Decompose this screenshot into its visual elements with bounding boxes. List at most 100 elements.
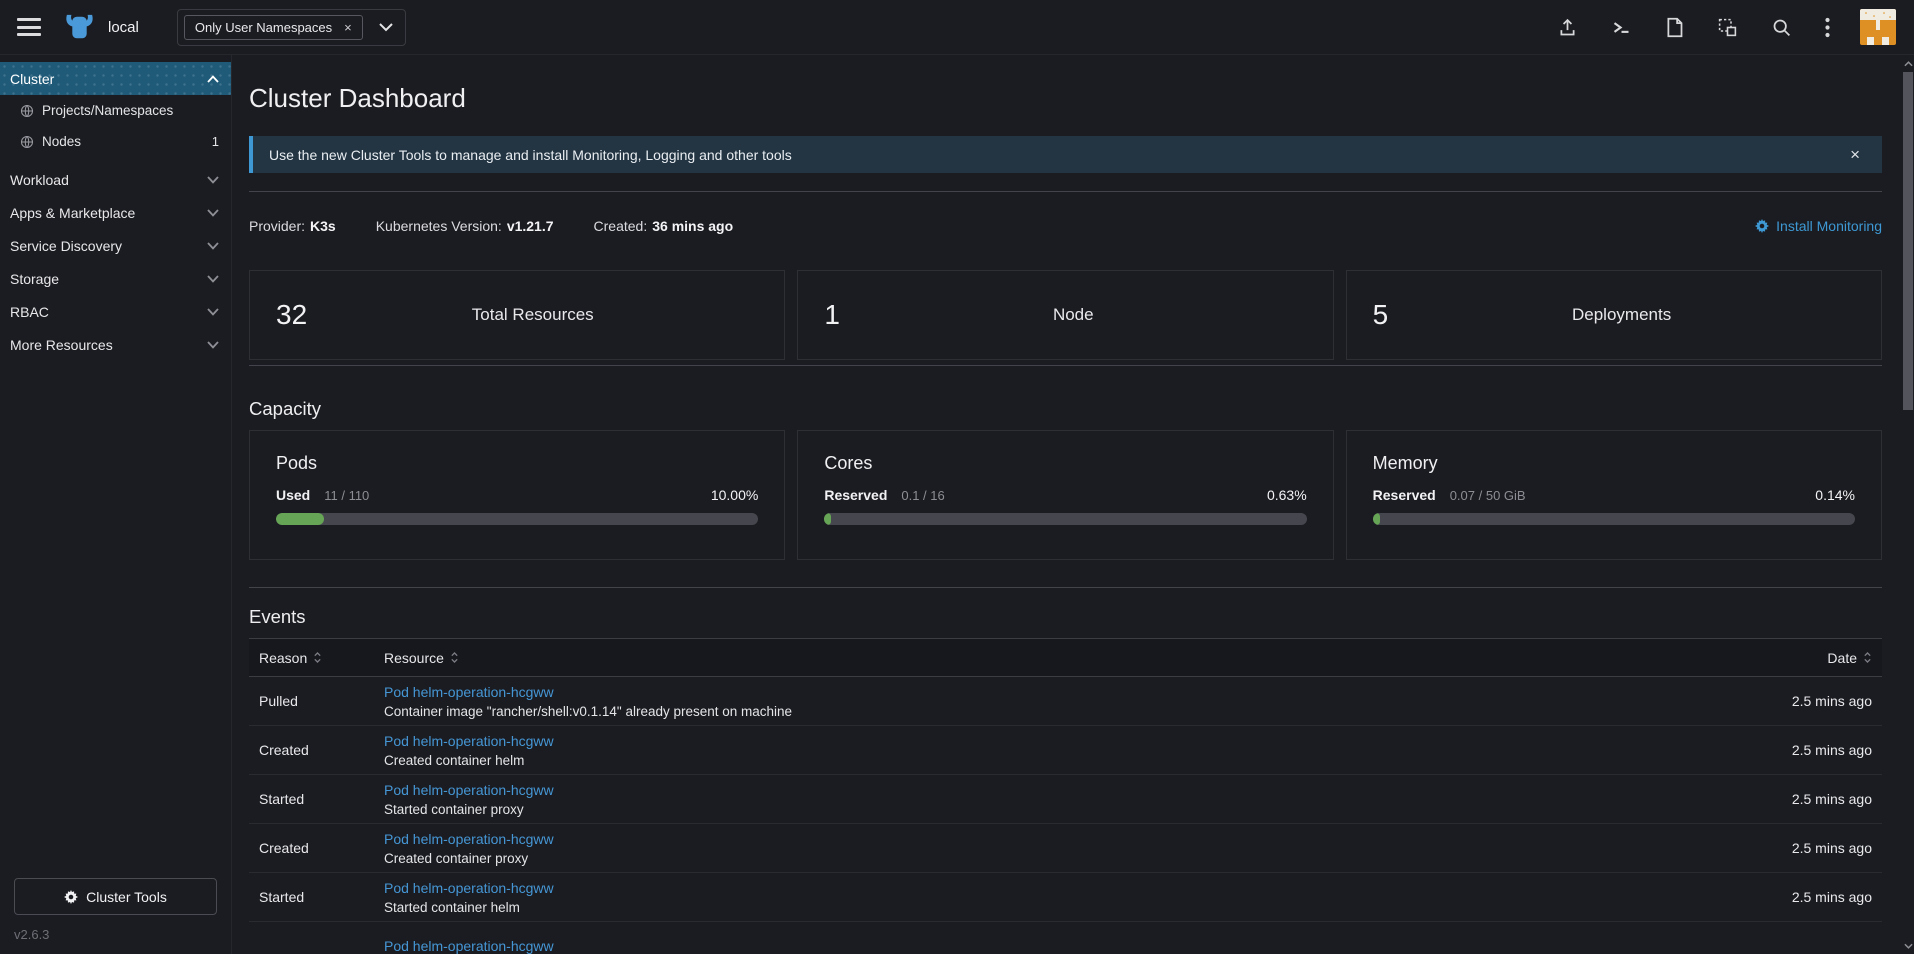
- event-date: 2.5 mins ago: [1672, 791, 1872, 807]
- namespace-filter-select[interactable]: Only User Namespaces ×: [177, 9, 406, 46]
- column-header-resource[interactable]: Resource: [384, 650, 1672, 666]
- created-value: 36 mins ago: [652, 218, 733, 234]
- scrollbar-down-arrow-icon[interactable]: [1902, 937, 1914, 954]
- sidebar-section-label: Apps & Marketplace: [10, 205, 135, 221]
- gauge-metric: Reserved: [1373, 487, 1436, 503]
- sort-icon: [450, 651, 459, 664]
- file-icon[interactable]: [1665, 17, 1684, 38]
- kubectl-shell-icon[interactable]: [1611, 17, 1632, 38]
- sidebar-section-service-discovery[interactable]: Service Discovery: [0, 229, 231, 262]
- column-label: Reason: [259, 650, 307, 666]
- sidebar-section-storage[interactable]: Storage: [0, 262, 231, 295]
- column-header-date[interactable]: Date: [1672, 650, 1872, 666]
- stat-value: 1: [824, 299, 840, 331]
- copy-kubeconfig-icon[interactable]: [1717, 17, 1738, 38]
- kebab-menu-icon[interactable]: [1825, 17, 1830, 38]
- stats-row: 32 Total Resources 1 Node 5 Deployments: [249, 270, 1882, 360]
- event-reason: Pulled: [259, 693, 384, 709]
- sidebar-section-label: RBAC: [10, 304, 49, 320]
- gauge-metric: Used: [276, 487, 310, 503]
- provider-value: K3s: [310, 218, 336, 234]
- version-label: v2.6.3: [0, 925, 231, 954]
- column-label: Date: [1827, 650, 1857, 666]
- event-resource-link[interactable]: Pod helm-operation-hcgww: [384, 731, 1672, 751]
- gauge-card-pods: Pods Used 11 / 110 10.00%: [249, 430, 785, 560]
- table-row: Pulled Pod helm-operation-hcgww Containe…: [249, 677, 1882, 726]
- stat-value: 5: [1373, 299, 1389, 331]
- chip-remove-icon[interactable]: ×: [344, 21, 352, 34]
- kubernetes-version-value: v1.21.7: [507, 218, 554, 234]
- cluster-tools-button[interactable]: Cluster Tools: [14, 878, 217, 915]
- sidebar-section-label: Service Discovery: [10, 238, 122, 254]
- hamburger-menu-icon[interactable]: [17, 18, 41, 36]
- gauge-amount: 0.07 / 50 GiB: [1450, 488, 1526, 503]
- event-resource-detail: Created container helm: [384, 751, 1672, 770]
- kubernetes-version-meta: Kubernetes Version:v1.21.7: [376, 218, 554, 234]
- gauge-percent: 0.14%: [1815, 487, 1855, 503]
- install-monitoring-label: Install Monitoring: [1776, 218, 1882, 234]
- main-content: Cluster Dashboard Use the new Cluster To…: [233, 55, 1902, 954]
- stat-card-total-resources: 32 Total Resources: [249, 270, 785, 360]
- gauge-percent: 10.00%: [711, 487, 758, 503]
- gauge-title: Cores: [824, 453, 1306, 474]
- progress-bar: [1373, 513, 1855, 525]
- scrollbar-thumb[interactable]: [1903, 72, 1913, 410]
- sidebar-section-cluster[interactable]: Cluster: [0, 62, 231, 95]
- event-resource-link[interactable]: Pod helm-operation-hcgww: [384, 682, 1672, 702]
- event-resource-detail: Started container proxy: [384, 800, 1672, 819]
- created-meta: Created:36 mins ago: [594, 218, 734, 234]
- search-icon[interactable]: [1771, 17, 1792, 38]
- page-scrollbar: [1902, 55, 1914, 954]
- events-title: Events: [249, 606, 1882, 628]
- gauge-amount: 0.1 / 16: [901, 488, 944, 503]
- event-resource-link[interactable]: Pod helm-operation-hcgww: [384, 936, 1672, 954]
- sidebar-section-workload[interactable]: Workload: [0, 163, 231, 196]
- cluster-tools-banner: Use the new Cluster Tools to manage and …: [249, 136, 1882, 173]
- event-resource-detail: Started container helm: [384, 898, 1672, 917]
- user-avatar[interactable]: [1860, 9, 1896, 45]
- sidebar-section-rbac[interactable]: RBAC: [0, 295, 231, 328]
- event-resource-detail: Container image "rancher/shell:v0.1.14" …: [384, 702, 1672, 721]
- event-resource-detail: Created container proxy: [384, 849, 1672, 868]
- sort-icon: [1863, 651, 1872, 664]
- event-reason: Created: [259, 840, 384, 856]
- sidebar-item-projects-namespaces[interactable]: Projects/Namespaces: [0, 95, 231, 126]
- gauge-card-memory: Memory Reserved 0.07 / 50 GiB 0.14%: [1346, 430, 1882, 560]
- column-header-reason[interactable]: Reason: [259, 650, 384, 666]
- stat-value: 32: [276, 299, 307, 331]
- table-row: Created Pod helm-operation-hcgww Created…: [249, 726, 1882, 775]
- cluster-tools-label: Cluster Tools: [86, 889, 167, 905]
- divider: [249, 587, 1882, 588]
- sort-icon: [313, 651, 322, 664]
- scrollbar-up-arrow-icon[interactable]: [1902, 55, 1914, 72]
- table-row: Pod helm-operation-hcgww: [249, 922, 1882, 954]
- chevron-down-icon: [379, 23, 393, 32]
- events-table-header: Reason Resource Date: [249, 639, 1882, 677]
- gauge-card-cores: Cores Reserved 0.1 / 16 0.63%: [797, 430, 1333, 560]
- rancher-logo-icon[interactable]: [63, 14, 96, 41]
- page-title: Cluster Dashboard: [249, 83, 1882, 114]
- gauge-amount: 11 / 110: [324, 488, 369, 503]
- sidebar-section-label: Storage: [10, 271, 59, 287]
- sidebar-item-label: Nodes: [42, 134, 81, 149]
- upload-icon[interactable]: [1557, 17, 1578, 38]
- chevron-down-icon: [207, 209, 219, 217]
- sidebar-section-apps-marketplace[interactable]: Apps & Marketplace: [0, 196, 231, 229]
- sidebar-section-label: More Resources: [10, 337, 113, 353]
- chevron-down-icon: [207, 242, 219, 250]
- banner-close-icon[interactable]: ×: [1844, 146, 1866, 163]
- install-monitoring-link[interactable]: Install Monitoring: [1755, 218, 1882, 234]
- event-resource-link[interactable]: Pod helm-operation-hcgww: [384, 829, 1672, 849]
- events-table: Reason Resource Date Pulled Pod helm-ope…: [249, 638, 1882, 954]
- cluster-name: local: [108, 19, 139, 36]
- chevron-down-icon: [207, 275, 219, 283]
- event-date: 2.5 mins ago: [1672, 693, 1872, 709]
- capacity-row: Pods Used 11 / 110 10.00% Cores Reserved…: [249, 430, 1882, 560]
- gauge-title: Pods: [276, 453, 758, 474]
- sidebar-section-label: Cluster: [10, 71, 54, 87]
- event-resource-link[interactable]: Pod helm-operation-hcgww: [384, 878, 1672, 898]
- sidebar-section-more-resources[interactable]: More Resources: [0, 328, 231, 361]
- sidebar-item-nodes[interactable]: Nodes 1: [0, 126, 231, 157]
- event-resource-link[interactable]: Pod helm-operation-hcgww: [384, 780, 1672, 800]
- namespace-filter-chip[interactable]: Only User Namespaces ×: [184, 15, 363, 40]
